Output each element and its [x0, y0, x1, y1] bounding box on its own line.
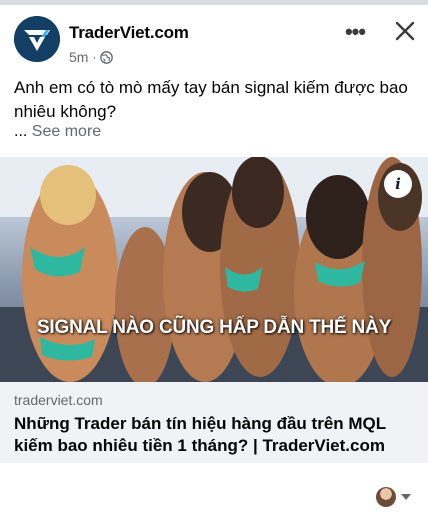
globe-icon: [100, 50, 114, 64]
link-preview-card[interactable]: i SIGNAL NÀO CŨNG HẤP DẪN THẾ NÀY trader…: [0, 157, 428, 463]
link-preview-image[interactable]: i SIGNAL NÀO CŨNG HẤP DẪN THẾ NÀY: [0, 157, 428, 382]
post-meta: 5m ·: [69, 48, 114, 66]
page-avatar[interactable]: [14, 16, 60, 62]
user-avatar: [376, 487, 396, 507]
close-button[interactable]: [390, 16, 420, 46]
info-icon[interactable]: i: [384, 170, 412, 198]
close-icon: [395, 21, 415, 41]
page-name[interactable]: TraderViet.com: [69, 23, 189, 43]
link-domain: traderviet.com: [14, 392, 103, 408]
link-title[interactable]: Những Trader bán tín hiệu hàng đầu trên …: [14, 413, 418, 457]
more-icon: •••: [344, 19, 366, 44]
photo-illustration: [0, 157, 428, 382]
see-more-label: See more: [31, 123, 102, 140]
image-caption: SIGNAL NÀO CŨNG HẤP DẪN THẾ NÀY: [36, 317, 392, 338]
see-more-link[interactable]: ... See more: [14, 123, 101, 141]
meta-separator: ·: [92, 50, 97, 64]
top-divider: [0, 0, 428, 5]
more-options-button[interactable]: •••: [340, 18, 370, 46]
post-time[interactable]: 5m: [69, 49, 88, 65]
actor-switcher[interactable]: [376, 485, 416, 509]
see-more-ellipsis: ...: [14, 123, 28, 140]
chevron-down-icon: [401, 494, 411, 500]
post-text: Anh em có tò mò mấy tay bán signal kiếm …: [14, 78, 408, 121]
